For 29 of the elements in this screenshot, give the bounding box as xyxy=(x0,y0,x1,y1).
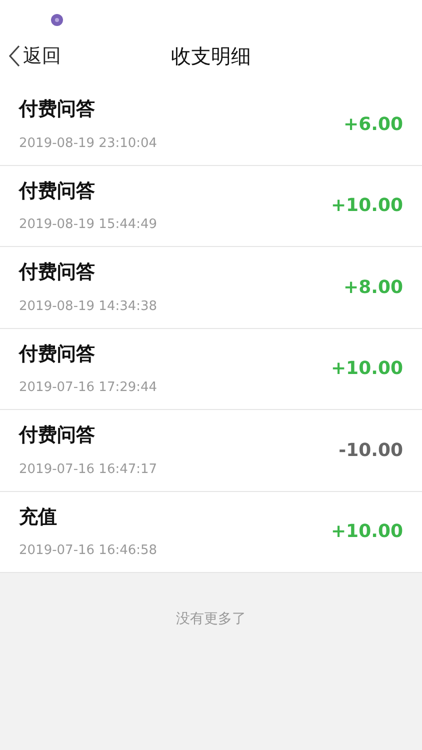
record-amount: +10.00 xyxy=(330,357,403,382)
page-title: 收支明细 xyxy=(171,43,251,70)
notification-icon xyxy=(51,14,63,26)
record-row[interactable]: 付费问答 2019-07-16 17:29:44 +10.00 xyxy=(0,328,422,410)
record-row[interactable]: 付费问答 2019-07-16 16:47:17 -10.00 xyxy=(0,410,422,492)
record-time: 2019-07-16 17:29:44 xyxy=(19,379,158,398)
back-icon xyxy=(8,45,20,68)
record-title: 付费问答 xyxy=(19,423,96,448)
record-row[interactable]: 付费问答 2019-08-19 23:10:04 +6.00 xyxy=(0,84,422,166)
record-amount: +10.00 xyxy=(330,194,403,218)
record-row[interactable]: 充值 2019-07-16 16:46:58 +10.00 xyxy=(0,492,422,573)
back-button[interactable]: 返回 xyxy=(8,42,61,70)
end-of-list-text: 没有更多了 xyxy=(176,611,246,627)
record-row[interactable]: 付费问答 2019-08-19 14:34:38 +8.00 xyxy=(0,247,422,328)
record-time: 2019-08-19 23:10:04 xyxy=(19,134,158,153)
record-amount: +10.00 xyxy=(330,520,403,544)
record-amount: +8.00 xyxy=(344,276,403,300)
record-title: 付费问答 xyxy=(19,260,96,286)
record-row[interactable]: 付费问答 2019-08-19 15:44:49 +10.00 xyxy=(0,166,422,247)
record-time: 2019-08-19 15:44:49 xyxy=(19,216,158,234)
record-title: 付费问答 xyxy=(19,178,96,204)
record-time: 2019-07-16 16:46:58 xyxy=(19,542,158,560)
record-time: 2019-07-16 16:47:17 xyxy=(19,460,158,479)
record-amount: -10.00 xyxy=(338,438,403,463)
record-title: 付费问答 xyxy=(19,342,96,367)
record-time: 2019-08-19 14:34:38 xyxy=(19,298,158,316)
record-title: 充值 xyxy=(19,504,58,530)
record-amount: +6.00 xyxy=(344,112,403,137)
record-title: 付费问答 xyxy=(19,97,96,122)
